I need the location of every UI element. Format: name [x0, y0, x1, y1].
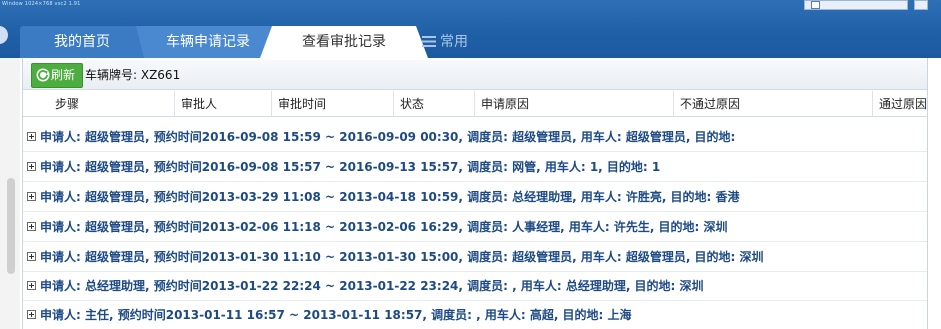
toolbar: 刷新 车辆牌号: XZ661 [23, 60, 927, 90]
checkbox-icon[interactable] [811, 1, 820, 9]
group-row-text: 申请人: 超级管理员, 预约时间2016-09-08 15:59 ~ 2016-… [40, 130, 736, 144]
group-row[interactable]: 申请人: 超级管理员, 预约时间2016-09-08 15:59 ~ 2016-… [23, 122, 927, 152]
expand-icon[interactable] [27, 132, 36, 141]
tab-common[interactable]: 常用 [416, 26, 492, 58]
tab-home[interactable]: 我的首页 [20, 26, 144, 58]
group-row-text: 申请人: 超级管理员, 预约时间2016-09-08 15:57 ~ 2016-… [40, 160, 661, 174]
group-row[interactable]: 申请人: 超级管理员, 预约时间2013-01-30 11:10 ~ 2013-… [23, 242, 927, 272]
top-action-button[interactable] [914, 0, 928, 10]
expand-icon[interactable] [27, 192, 36, 201]
right-gutter [929, 58, 941, 329]
column-header-status[interactable]: 状态 [393, 91, 475, 117]
menu-icon [422, 36, 436, 47]
group-row[interactable]: 申请人: 超级管理员, 预约时间2016-09-08 15:57 ~ 2016-… [23, 152, 927, 182]
expand-icon[interactable] [27, 252, 36, 261]
column-header-approver[interactable]: 审批人 [174, 91, 272, 117]
refresh-button[interactable]: 刷新 [31, 63, 83, 88]
group-row[interactable]: 申请人: 超级管理员, 预约时间2013-03-29 11:08 ~ 2013-… [23, 182, 927, 212]
tab-approval-records[interactable]: 查看审批记录 [260, 26, 428, 58]
expand-icon[interactable] [27, 162, 36, 171]
group-row[interactable]: 申请人: 主任, 预约时间2013-01-11 16:57 ~ 2013-01-… [23, 300, 927, 329]
tab-vehicle-applications[interactable]: 车辆申请记录 [136, 26, 272, 58]
group-row-text: 申请人: 主任, 预约时间2013-01-11 16:57 ~ 2013-01-… [40, 308, 632, 322]
group-row-text: 申请人: 超级管理员, 预约时间2013-01-30 11:10 ~ 2013-… [40, 250, 764, 264]
header-tiny-text: Window 1024×768 vsc2 1.91 [2, 1, 81, 7]
group-row[interactable]: 申请人: 超级管理员, 预约时间2013-02-06 11:18 ~ 2013-… [23, 212, 927, 242]
expand-icon[interactable] [27, 281, 36, 290]
tab-bar: 我的首页 车辆申请记录 查看审批记录 常用 [20, 26, 940, 58]
column-header-approve-reason[interactable]: 通过原因 [872, 91, 927, 117]
column-header-approval-time[interactable]: 审批时间 [271, 91, 393, 117]
expand-icon[interactable] [27, 310, 36, 319]
group-row-text: 申请人: 超级管理员, 预约时间2013-02-06 11:18 ~ 2013-… [40, 220, 728, 234]
column-header-step[interactable]: 步骤 [49, 91, 175, 117]
top-search-field[interactable] [804, 0, 908, 10]
tab-common-label: 常用 [440, 34, 468, 50]
group-row-text: 申请人: 总经理助理, 预约时间2013-01-22 22:24 ~ 2013-… [40, 279, 704, 293]
column-header-reject-reason[interactable]: 不通过原因 [673, 91, 873, 117]
plate-number-label: 车辆牌号: XZ661 [85, 68, 181, 82]
group-row-text: 申请人: 超级管理员, 预约时间2013-03-29 11:08 ~ 2013-… [40, 190, 740, 204]
approval-panel: 刷新 车辆牌号: XZ661 步骤 审批人 审批时间 状态 申请原因 不通过原因… [22, 58, 928, 329]
group-row[interactable]: 申请人: 总经理助理, 预约时间2013-01-22 22:24 ~ 2013-… [23, 271, 927, 301]
refresh-label: 刷新 [51, 68, 76, 82]
refresh-icon [36, 68, 50, 82]
expand-icon[interactable] [27, 222, 36, 231]
column-header-reason[interactable]: 申请原因 [474, 91, 674, 117]
vertical-scrollbar[interactable] [7, 178, 15, 274]
table-header: 步骤 审批人 审批时间 状态 申请原因 不通过原因 通过原因 [23, 91, 927, 117]
